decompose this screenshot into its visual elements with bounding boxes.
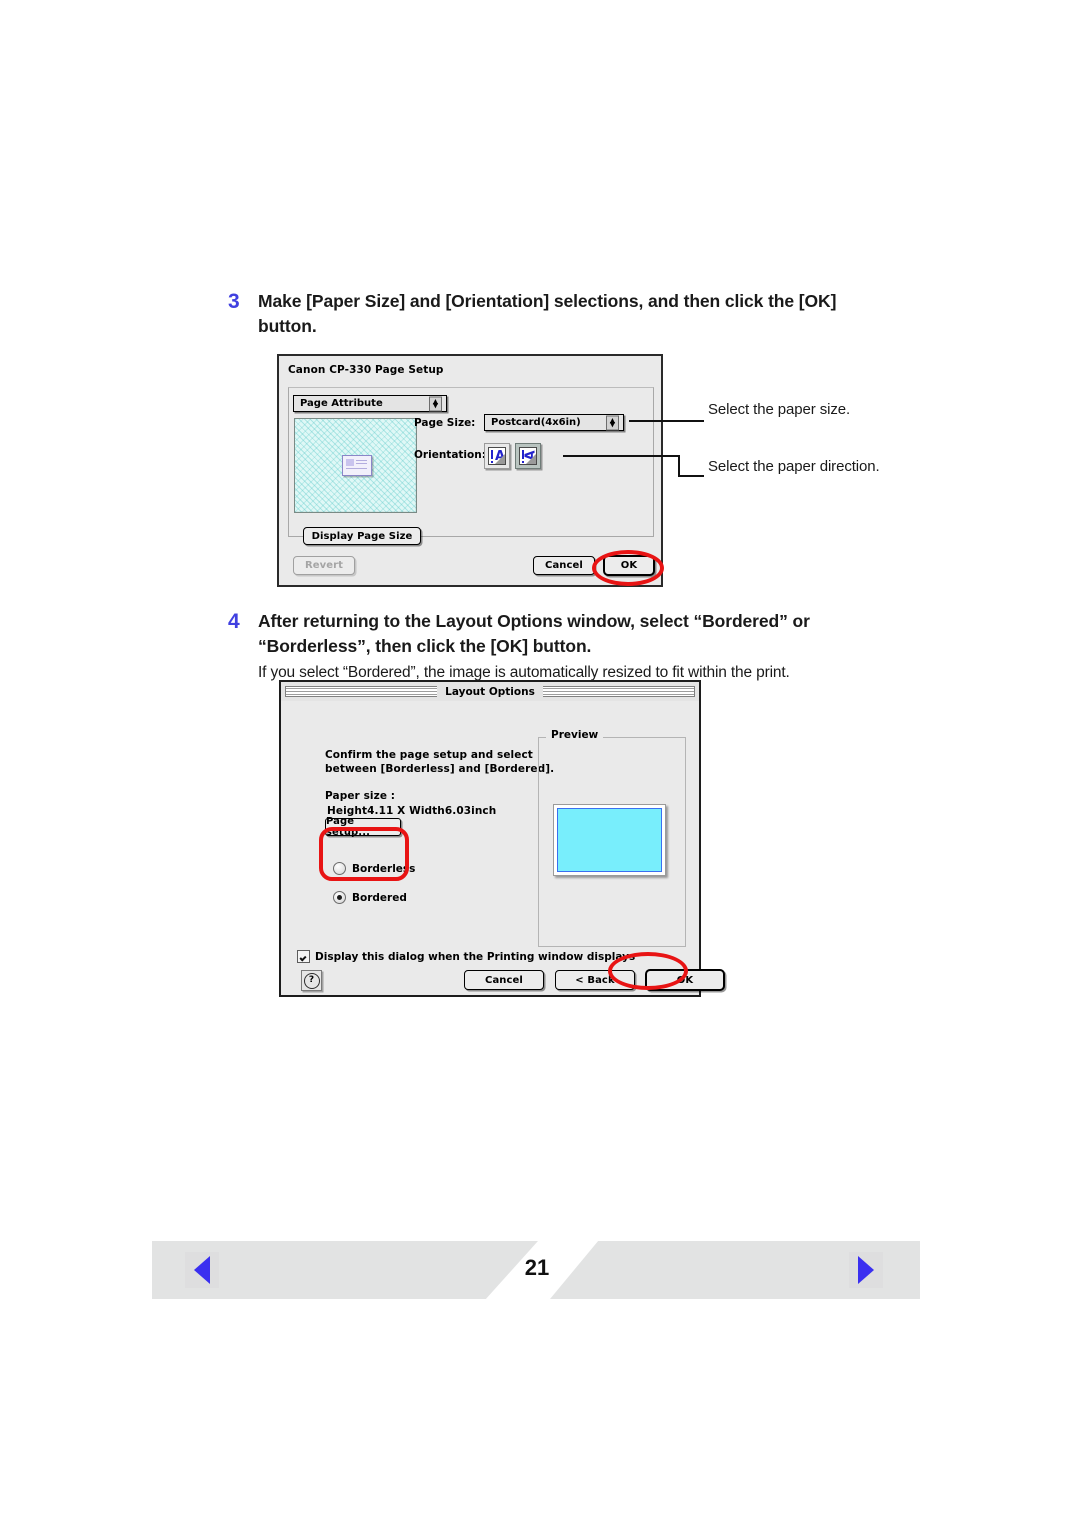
layout-ok-button[interactable]: OK [645, 969, 725, 991]
radio-bordered[interactable]: Bordered [333, 891, 407, 904]
orientation-portrait-glyph: A [495, 449, 506, 464]
layout-cancel-button[interactable]: Cancel [464, 970, 544, 990]
layout-options-title: Layout Options [437, 685, 543, 698]
callout-line-paper-direction-vertical [678, 455, 680, 477]
page-setup-dialog-title: Canon CP-330 Page Setup [288, 364, 444, 376]
orientation-label: Orientation: [414, 449, 486, 461]
next-page-button[interactable] [849, 1252, 883, 1288]
display-dialog-checkbox-icon[interactable] [297, 950, 310, 963]
portrait-arrow-icon [491, 450, 493, 463]
page-attribute-popup-value: Page Attribute [300, 398, 383, 409]
display-page-size-button[interactable]: Display Page Size [303, 527, 421, 545]
layout-instruction-text: Confirm the page setup and select betwee… [325, 749, 555, 775]
step-4-body: After returning to the Layout Options wi… [258, 609, 918, 684]
radio-borderless-label: Borderless [352, 862, 416, 875]
page-setup-ok-button[interactable]: OK [603, 555, 655, 576]
revert-button[interactable]: Revert [293, 556, 355, 575]
updown-arrows-icon: ▲ ▼ [429, 396, 442, 411]
portrait-page-icon: A [488, 447, 506, 465]
display-dialog-checkbox-label: Display this dialog when the Printing wi… [315, 950, 636, 963]
updown-arrows-icon: ▲ ▼ [606, 415, 619, 430]
document-thumbnail-icon [342, 455, 372, 476]
previous-page-button[interactable] [185, 1252, 219, 1288]
page-size-popup-menu[interactable]: Postcard(4x6in) ▲ ▼ [484, 414, 624, 431]
step-4-number: 4 [228, 610, 240, 633]
preview-legend-label: Preview [546, 729, 604, 741]
layout-paper-size-label: Paper size : [325, 790, 396, 802]
radio-borderless[interactable]: Borderless [333, 862, 415, 875]
layout-back-button[interactable]: < Back [555, 970, 635, 990]
page-size-popup-value: Postcard(4x6in) [491, 417, 581, 428]
step-3-title: Make [Paper Size] and [Orientation] sele… [258, 291, 837, 336]
callout-line-paper-direction-horizontal [563, 455, 680, 457]
page-setup-cancel-button[interactable]: Cancel [533, 556, 595, 575]
step-3-body: Make [Paper Size] and [Orientation] sele… [258, 289, 888, 339]
help-button[interactable]: ? [301, 970, 322, 991]
preview-image-area [557, 808, 662, 872]
callout-paper-size-text: Select the paper size. [708, 401, 851, 418]
page-setup-dialog: Canon CP-330 Page Setup Page Attribute ▲… [277, 354, 663, 587]
callout-paper-direction-text: Select the paper direction. [708, 458, 880, 475]
triangle-left-icon [194, 1256, 210, 1284]
radio-bordered-label: Bordered [352, 891, 407, 904]
radio-bordered-dot-icon [333, 891, 346, 904]
step-3: 3 Make [Paper Size] and [Orientation] se… [228, 289, 888, 339]
layout-options-dialog: Layout Options Confirm the page setup an… [279, 680, 725, 997]
paper-preview-swatch [294, 418, 417, 513]
page-number: 21 [524, 1255, 550, 1280]
step-4: 4 After returning to the Layout Options … [228, 609, 918, 684]
callout-line-paper-size [629, 420, 704, 422]
radio-borderless-dot-icon [333, 862, 346, 875]
page-size-label: Page Size: [414, 417, 476, 429]
callout-line-paper-direction-tail [678, 475, 704, 477]
orientation-landscape-button[interactable]: A [515, 443, 541, 469]
step-3-number: 3 [228, 290, 240, 313]
layout-options-titlebar[interactable]: Layout Options [281, 682, 699, 702]
orientation-landscape-glyph: A [523, 450, 537, 461]
orientation-portrait-button[interactable]: A [484, 443, 510, 469]
triangle-right-icon [858, 1256, 874, 1284]
layout-options-body: Confirm the page setup and select betwee… [281, 701, 725, 995]
preview-paper [553, 804, 666, 876]
landscape-page-icon: A [519, 447, 537, 465]
page-footer: 21 [152, 1241, 920, 1299]
question-mark-icon: ? [303, 972, 320, 989]
display-dialog-checkbox-row[interactable]: Display this dialog when the Printing wi… [297, 950, 635, 963]
page-setup-button[interactable]: Page setup... [325, 816, 401, 838]
step-4-title: After returning to the Layout Options wi… [258, 611, 810, 656]
page-attribute-popup-menu[interactable]: Page Attribute ▲ ▼ [293, 395, 447, 412]
